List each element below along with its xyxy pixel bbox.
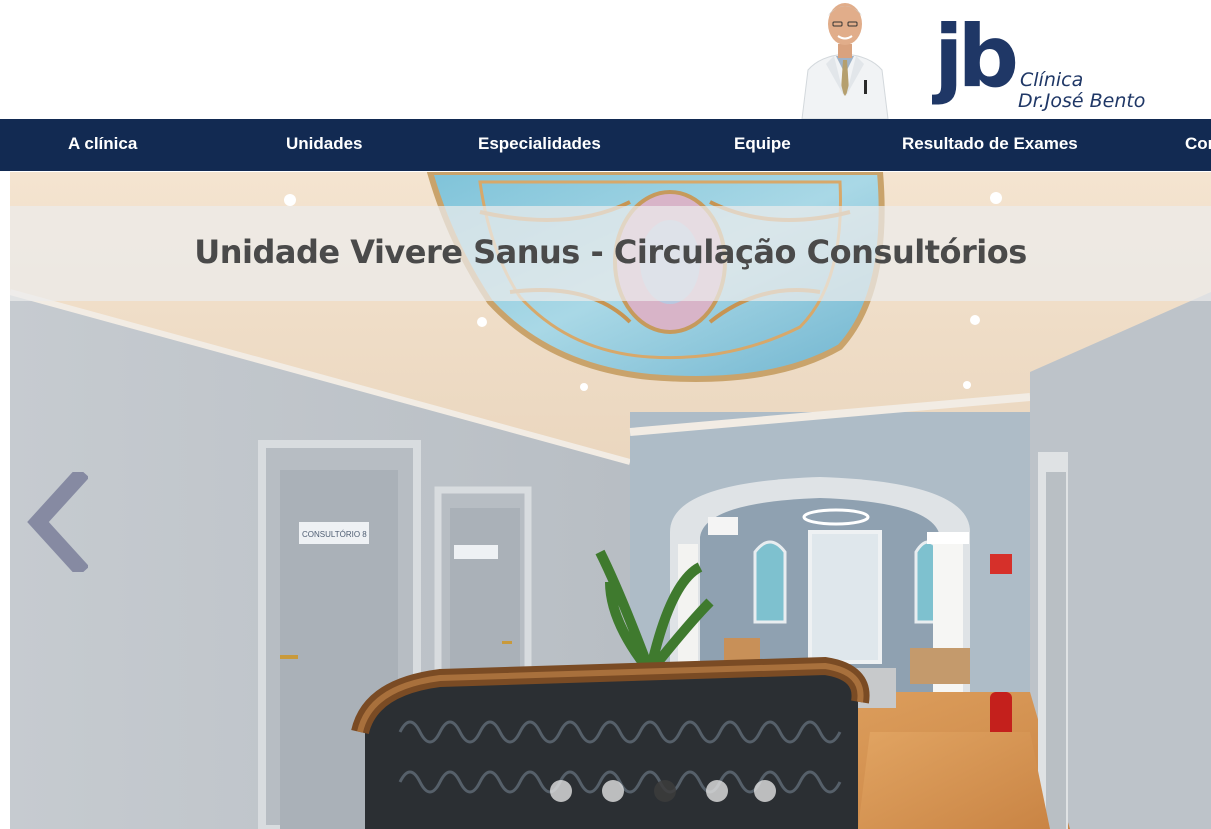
site-header: jb Clínica Dr.José Bento bbox=[0, 0, 1211, 119]
slide-dot-2[interactable] bbox=[602, 780, 624, 802]
nav-item-especialidades[interactable]: Especialidades bbox=[478, 119, 601, 171]
slide-caption: Unidade Vivere Sanus - Circulação Consul… bbox=[194, 233, 1027, 271]
image-slider: CONSULTÓRIO 8 Unidade Vivere Sanus - Cir… bbox=[10, 172, 1211, 829]
logo-mark: jb bbox=[932, 7, 1015, 107]
main-nav: A clínica Unidades Especialidades Equipe… bbox=[0, 119, 1211, 171]
slide-dot-3[interactable] bbox=[654, 780, 676, 802]
nav-item-equipe[interactable]: Equipe bbox=[734, 119, 791, 171]
slide-dot-4[interactable] bbox=[706, 780, 728, 802]
chevron-left-icon[interactable] bbox=[24, 466, 90, 578]
nav-item-a-clinica[interactable]: A clínica bbox=[68, 119, 137, 171]
slide-dot-1[interactable] bbox=[550, 780, 572, 802]
nav-item-contato[interactable]: Con bbox=[1185, 119, 1211, 171]
clinic-logo[interactable]: jb Clínica Dr.José Bento bbox=[931, 4, 1162, 114]
nav-item-unidades[interactable]: Unidades bbox=[286, 119, 363, 171]
doctor-photo bbox=[800, 0, 890, 119]
door-sign-text: CONSULTÓRIO 8 bbox=[302, 530, 367, 539]
nav-item-resultado-de-exames[interactable]: Resultado de Exames bbox=[902, 119, 1078, 171]
logo-line2: Dr.José Bento bbox=[1018, 90, 1145, 112]
slide-dot-5[interactable] bbox=[754, 780, 776, 802]
logo-line1: Clínica bbox=[1020, 69, 1083, 91]
